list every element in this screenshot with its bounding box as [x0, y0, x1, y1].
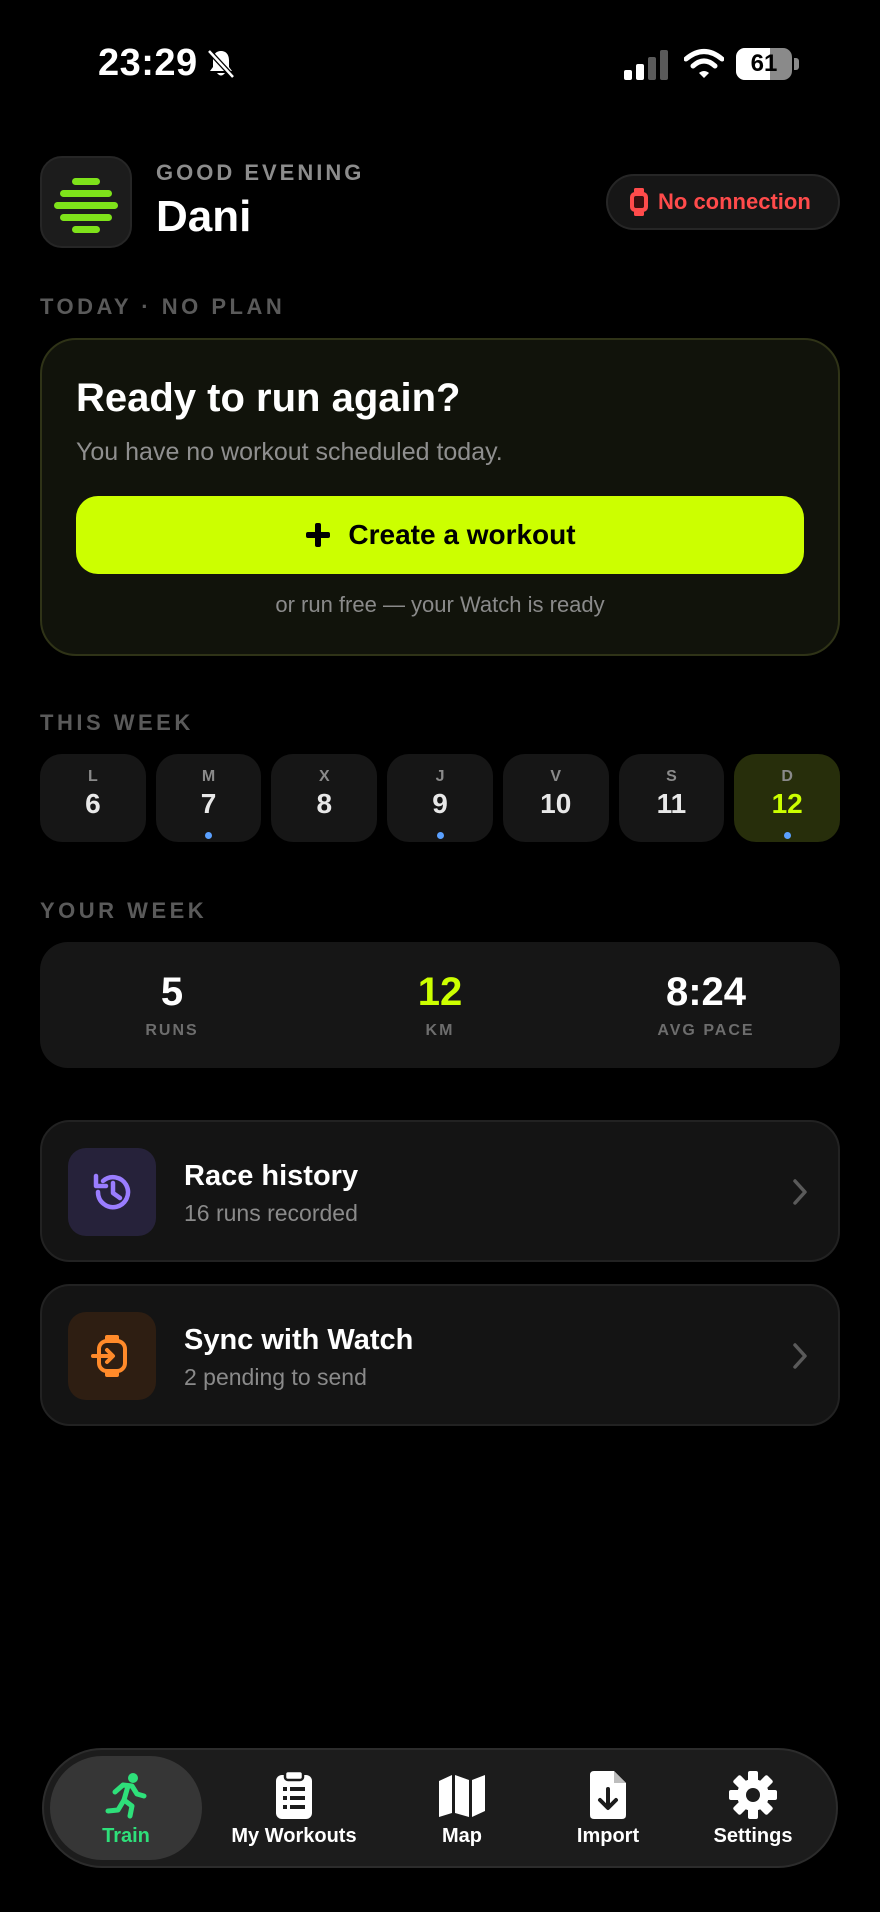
- day-tile[interactable]: M7: [155, 754, 262, 842]
- day-number: 12: [771, 788, 803, 819]
- create-workout-label: Create a workout: [348, 519, 576, 550]
- tab-my-workouts-label: My Workouts: [231, 1824, 357, 1847]
- day-letter: X: [318, 768, 330, 785]
- tab-map-label: Map: [442, 1824, 482, 1847]
- day-number: 9: [432, 788, 448, 819]
- connection-status-text: No connection: [658, 189, 811, 214]
- battery-indicator: 61: [736, 48, 800, 80]
- workout-dot: [436, 832, 444, 839]
- race-history-title: Race history: [184, 1160, 359, 1192]
- watch-sync-icon: [68, 1312, 156, 1400]
- clipboard-icon: [268, 1769, 320, 1821]
- day-letter: M: [201, 768, 216, 785]
- this-week-section-label: THIS WEEK: [40, 710, 194, 735]
- stat-runs: 5 RUNS: [52, 970, 292, 1040]
- stat-avg-pace: 8:24 AVG PACE: [586, 970, 826, 1040]
- day-number: 8: [316, 788, 333, 819]
- app-logo-icon: [54, 178, 118, 233]
- day-letter: D: [781, 768, 793, 785]
- day-tile[interactable]: X8: [271, 754, 378, 842]
- day-number: 10: [540, 788, 572, 819]
- stat-runs-label: RUNS: [145, 1022, 199, 1039]
- race-history-subtitle: 16 runs recorded: [184, 1200, 358, 1226]
- run-free-hint: or run free — your Watch is ready: [275, 592, 605, 617]
- user-name: Dani: [156, 192, 252, 241]
- gear-icon: [727, 1769, 779, 1821]
- sync-watch-card[interactable]: Sync with Watch 2 pending to send: [40, 1284, 840, 1426]
- day-number: 11: [656, 788, 687, 819]
- day-tile[interactable]: D 12: [734, 754, 841, 842]
- your-week-section-label: YOUR WEEK: [40, 898, 208, 923]
- day-tile[interactable]: L6: [40, 754, 146, 842]
- tab-map[interactable]: Map: [402, 1756, 522, 1860]
- plus-icon: [306, 523, 331, 547]
- today-title: Ready to run again?: [76, 376, 461, 420]
- sync-watch-title: Sync with Watch: [184, 1324, 414, 1356]
- workout-dot: [205, 832, 213, 839]
- tab-my-workouts[interactable]: My Workouts: [214, 1756, 374, 1860]
- today-subtitle: You have no workout scheduled today.: [76, 438, 503, 466]
- day-number: 6: [85, 788, 101, 819]
- week-day-selector: L 6 M 7 X 8 J 9 V 10 S 11 D 12: [40, 754, 841, 842]
- tab-train-label: Train: [102, 1824, 150, 1847]
- watch-icon: [630, 188, 648, 216]
- stat-km: 12 KM: [320, 970, 560, 1040]
- day-letter: V: [550, 768, 562, 785]
- create-workout-button[interactable]: Create a workout: [76, 496, 804, 574]
- map-icon: [436, 1769, 488, 1821]
- wifi-icon: [684, 49, 724, 78]
- day-tile[interactable]: V 10: [502, 754, 609, 842]
- greeting-label: GOOD EVENING: [156, 160, 365, 185]
- day-tile[interactable]: J9: [387, 754, 493, 842]
- history-icon: [68, 1148, 156, 1236]
- chevron-right-icon: [793, 1179, 807, 1205]
- stat-runs-value: 5: [160, 970, 184, 1014]
- tab-train[interactable]: Train: [50, 1756, 202, 1860]
- runner-icon: [100, 1769, 152, 1821]
- workout-dot: [783, 832, 791, 839]
- bell-muted-icon: [207, 49, 235, 79]
- cellular-signal-icon: [624, 50, 668, 80]
- tab-import-label: Import: [576, 1824, 640, 1847]
- stat-avg-pace-value: 8:24: [665, 970, 747, 1014]
- tab-settings[interactable]: Settings: [692, 1756, 814, 1860]
- tab-import[interactable]: Import: [548, 1756, 668, 1860]
- app-logo: [40, 156, 132, 248]
- chevron-right-icon: [793, 1343, 807, 1369]
- day-tile[interactable]: S 11: [618, 754, 725, 842]
- stat-km-label: KM: [425, 1022, 455, 1039]
- stat-avg-pace-label: AVG PACE: [657, 1022, 755, 1039]
- day-letter: L: [87, 768, 98, 785]
- day-number: 7: [200, 788, 217, 819]
- today-section-label: TODAY · NO PLAN: [40, 294, 286, 319]
- status-time: 23:29: [98, 42, 198, 84]
- connection-status-badge[interactable]: No connection: [606, 174, 840, 230]
- import-icon: [582, 1769, 634, 1821]
- race-history-card[interactable]: Race history 16 runs recorded: [40, 1120, 840, 1262]
- tab-settings-label: Settings: [713, 1824, 793, 1847]
- stat-km-value: 12: [417, 970, 463, 1014]
- sync-watch-subtitle: 2 pending to send: [184, 1364, 367, 1390]
- day-letter: J: [435, 768, 445, 785]
- day-letter: S: [666, 768, 677, 785]
- battery-percentage: 61: [750, 50, 778, 77]
